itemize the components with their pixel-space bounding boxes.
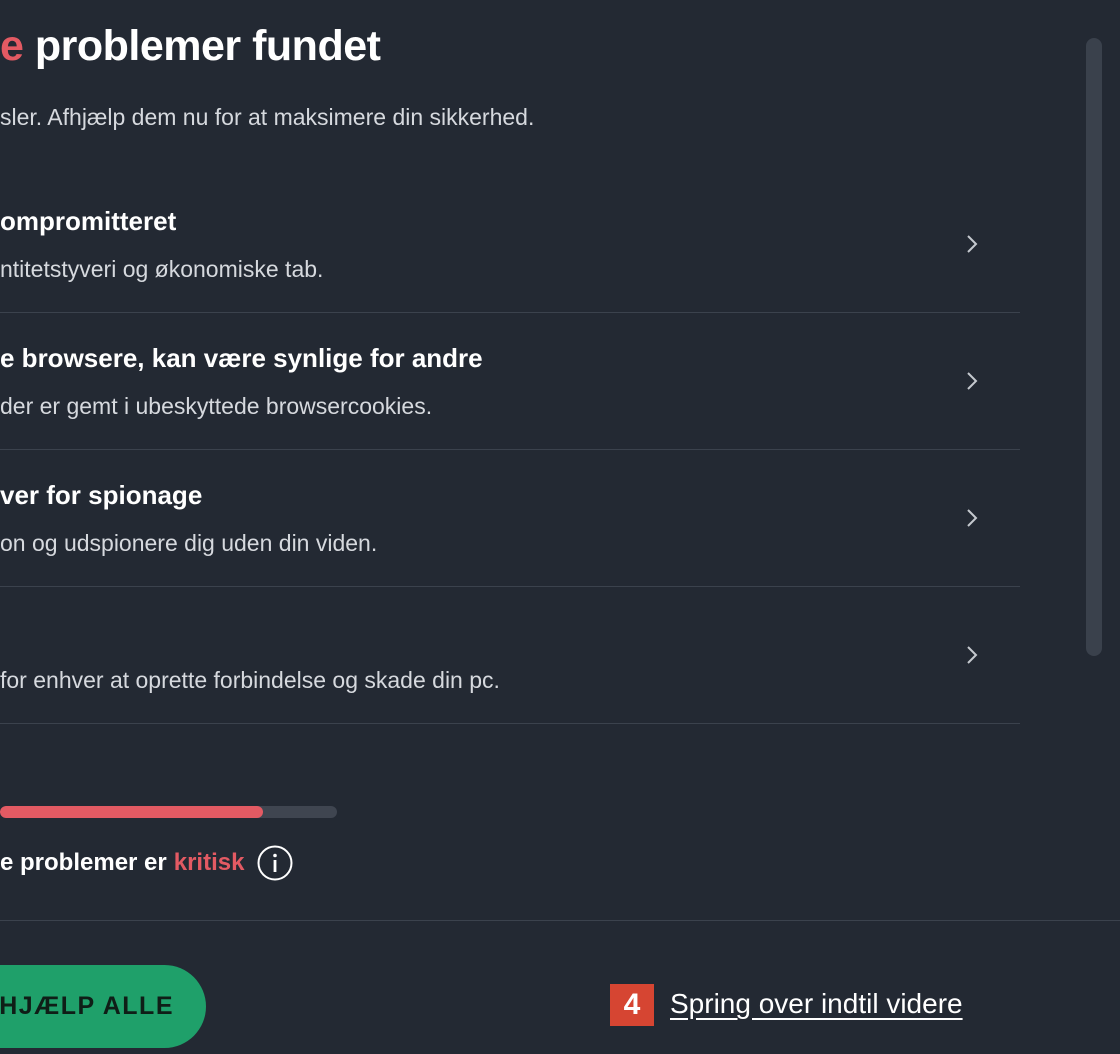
issue-row-spying[interactable]: ver for spionage on og udspionere dig ud… xyxy=(0,450,1020,587)
chevron-right-icon xyxy=(967,235,978,253)
issue-row-remote-access[interactable]: for enhver at oprette forbindelse og ska… xyxy=(0,587,1020,724)
scrollbar[interactable] xyxy=(1086,38,1102,656)
chevron-right-icon xyxy=(967,372,978,390)
severity-label: e problemer er xyxy=(0,849,167,876)
info-icon[interactable] xyxy=(256,844,294,882)
severity-progress-bar xyxy=(0,806,337,818)
severity-level: kritisk xyxy=(173,849,245,876)
issue-title: ompromitteret xyxy=(0,206,177,236)
issue-description: for enhver at oprette forbindelse og ska… xyxy=(0,667,500,693)
issue-description: der er gemt i ubeskyttede browsercookies… xyxy=(0,393,433,419)
issue-row-browsers[interactable]: e browsere, kan være synlige for andre d… xyxy=(0,313,1020,450)
title-accent: e xyxy=(0,22,24,70)
page-title: e problemer fundet xyxy=(0,22,381,71)
skip-for-now-link[interactable]: Spring over indtil videre xyxy=(670,988,963,1020)
issue-title: e browsere, kan være synlige for andre xyxy=(0,343,483,373)
footer-divider xyxy=(0,920,1120,921)
title-text: problemer fundet xyxy=(23,22,381,70)
issue-list: ompromitteret ntitetstyveri og økonomisk… xyxy=(0,176,1020,724)
severity-progress-fill xyxy=(0,806,263,818)
page-subtitle: sler. Afhjælp dem nu for at maksimere di… xyxy=(0,104,535,130)
issue-description: ntitetstyveri og økonomiske tab. xyxy=(0,256,324,282)
issue-description: on og udspionere dig uden din viden. xyxy=(0,530,378,556)
chevron-right-icon xyxy=(967,509,978,527)
chevron-right-icon xyxy=(967,646,978,664)
issue-title: ver for spionage xyxy=(0,480,203,510)
issue-row-compromised[interactable]: ompromitteret ntitetstyveri og økonomisk… xyxy=(0,176,1020,313)
step-number-badge: 4 xyxy=(610,984,654,1026)
fix-all-button[interactable]: HJÆLP ALLE xyxy=(0,965,206,1048)
severity-text: e problemer er kritisk xyxy=(0,844,294,882)
